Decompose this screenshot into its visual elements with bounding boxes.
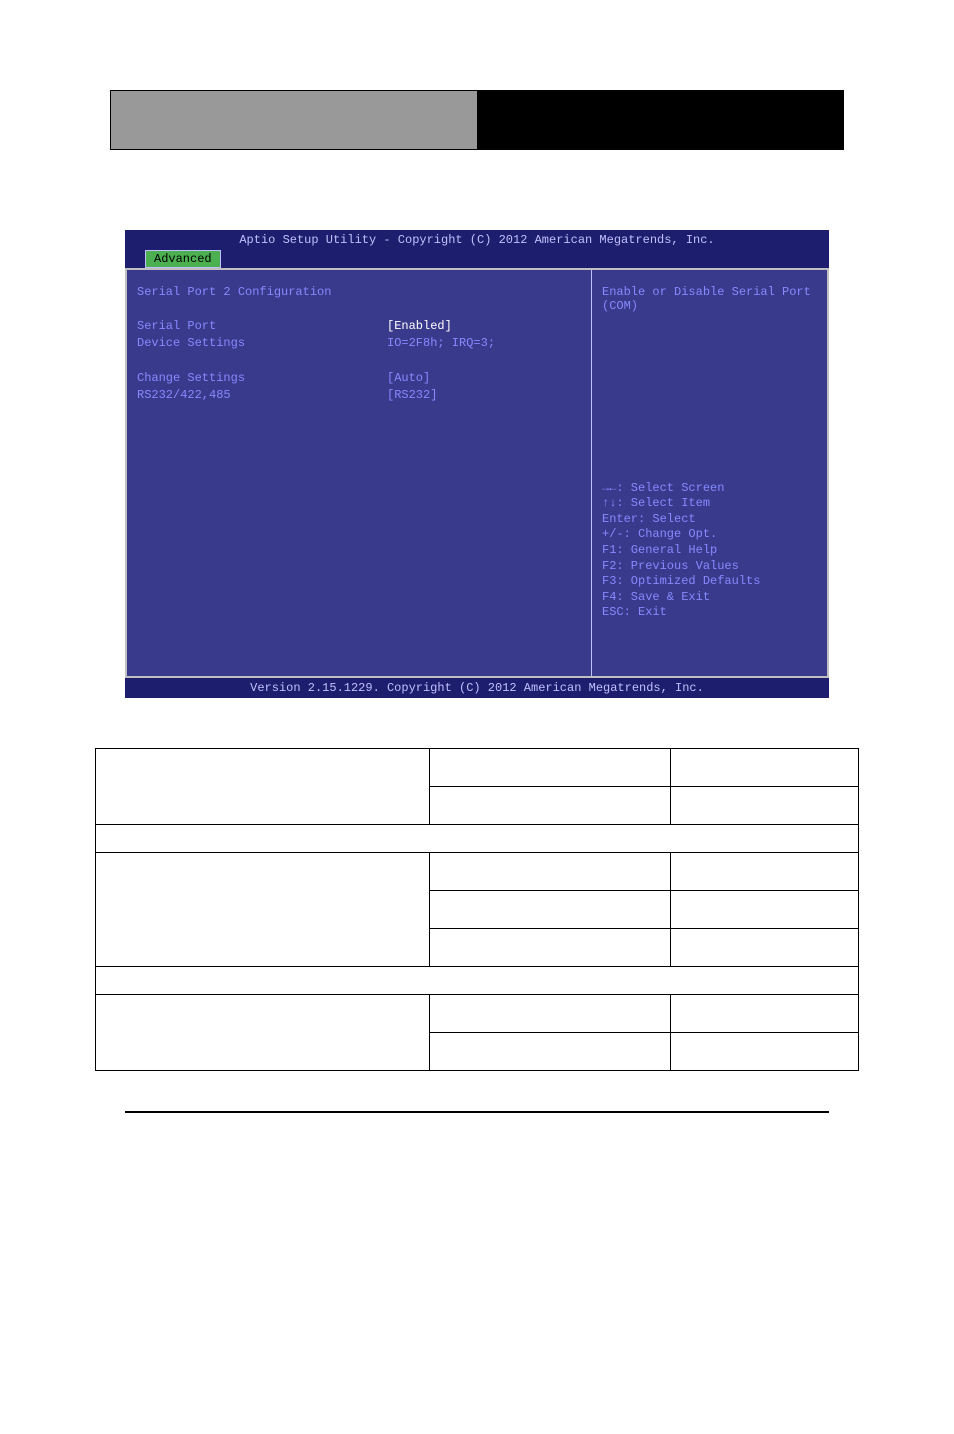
nav-enter: Enter: Select <box>602 512 817 528</box>
nav-esc: ESC: Exit <box>602 605 817 621</box>
info-table <box>95 748 859 1071</box>
bios-help-panel: Enable or Disable Serial Port (COM) →←: … <box>592 270 827 676</box>
setting-value: [RS232] <box>387 388 437 402</box>
header-right-box <box>478 90 844 150</box>
help-line-2: (COM) <box>602 299 817 313</box>
table-cell <box>430 891 670 929</box>
table-row <box>96 749 859 787</box>
table-cell <box>96 825 859 853</box>
help-text: Enable or Disable Serial Port (COM) <box>602 285 817 313</box>
bios-body: Serial Port 2 Configuration Serial Port … <box>125 268 829 678</box>
bios-title: Aptio Setup Utility - Copyright (C) 2012… <box>125 230 829 250</box>
table-cell <box>96 749 430 825</box>
table-cell <box>670 929 858 967</box>
table-cell <box>670 749 858 787</box>
table-cell <box>96 853 430 967</box>
setting-value: [Auto] <box>387 371 430 385</box>
table-cell <box>96 967 859 995</box>
nav-f4: F4: Save & Exit <box>602 590 817 606</box>
page-footer-line <box>125 1111 829 1113</box>
nav-f1: F1: General Help <box>602 543 817 559</box>
nav-help: →←: Select Screen ↑↓: Select Item Enter:… <box>602 481 817 621</box>
table-row <box>96 995 859 1033</box>
table-row <box>96 825 859 853</box>
table-cell <box>430 787 670 825</box>
table-cell <box>670 853 858 891</box>
section-title: Serial Port 2 Configuration <box>137 285 581 299</box>
nav-select-screen: →←: Select Screen <box>602 481 817 497</box>
setting-label: Change Settings <box>137 371 387 385</box>
table-cell <box>96 995 430 1071</box>
table-cell <box>430 749 670 787</box>
page-header <box>110 90 844 150</box>
table-row <box>96 967 859 995</box>
table-cell <box>430 853 670 891</box>
nav-select-item: ↑↓: Select Item <box>602 496 817 512</box>
table-cell <box>430 995 670 1033</box>
nav-f3: F3: Optimized Defaults <box>602 574 817 590</box>
bios-screen: Aptio Setup Utility - Copyright (C) 2012… <box>125 230 829 698</box>
nav-f2: F2: Previous Values <box>602 559 817 575</box>
setting-label: RS232/422,485 <box>137 388 387 402</box>
setting-rs232[interactable]: RS232/422,485 [RS232] <box>137 388 581 402</box>
bios-footer: Version 2.15.1229. Copyright (C) 2012 Am… <box>125 678 829 698</box>
table-cell <box>430 1033 670 1071</box>
nav-change-opt: +/-: Change Opt. <box>602 527 817 543</box>
setting-value: [Enabled] <box>387 319 452 333</box>
setting-device-settings: Device Settings IO=2F8h; IRQ=3; <box>137 336 581 350</box>
setting-label: Device Settings <box>137 336 387 350</box>
header-left-box <box>110 90 478 150</box>
bios-tabs: Advanced <box>125 250 829 268</box>
bios-main-panel: Serial Port 2 Configuration Serial Port … <box>127 270 592 676</box>
setting-value: IO=2F8h; IRQ=3; <box>387 336 495 350</box>
help-line-1: Enable or Disable Serial Port <box>602 285 817 299</box>
table-cell <box>430 929 670 967</box>
table-cell <box>670 787 858 825</box>
table-row <box>96 853 859 891</box>
tab-advanced[interactable]: Advanced <box>145 250 221 268</box>
setting-label: Serial Port <box>137 319 387 333</box>
table-cell <box>670 995 858 1033</box>
table-cell <box>670 891 858 929</box>
setting-change-settings[interactable]: Change Settings [Auto] <box>137 371 581 385</box>
table-cell <box>670 1033 858 1071</box>
setting-serial-port[interactable]: Serial Port [Enabled] <box>137 319 581 333</box>
